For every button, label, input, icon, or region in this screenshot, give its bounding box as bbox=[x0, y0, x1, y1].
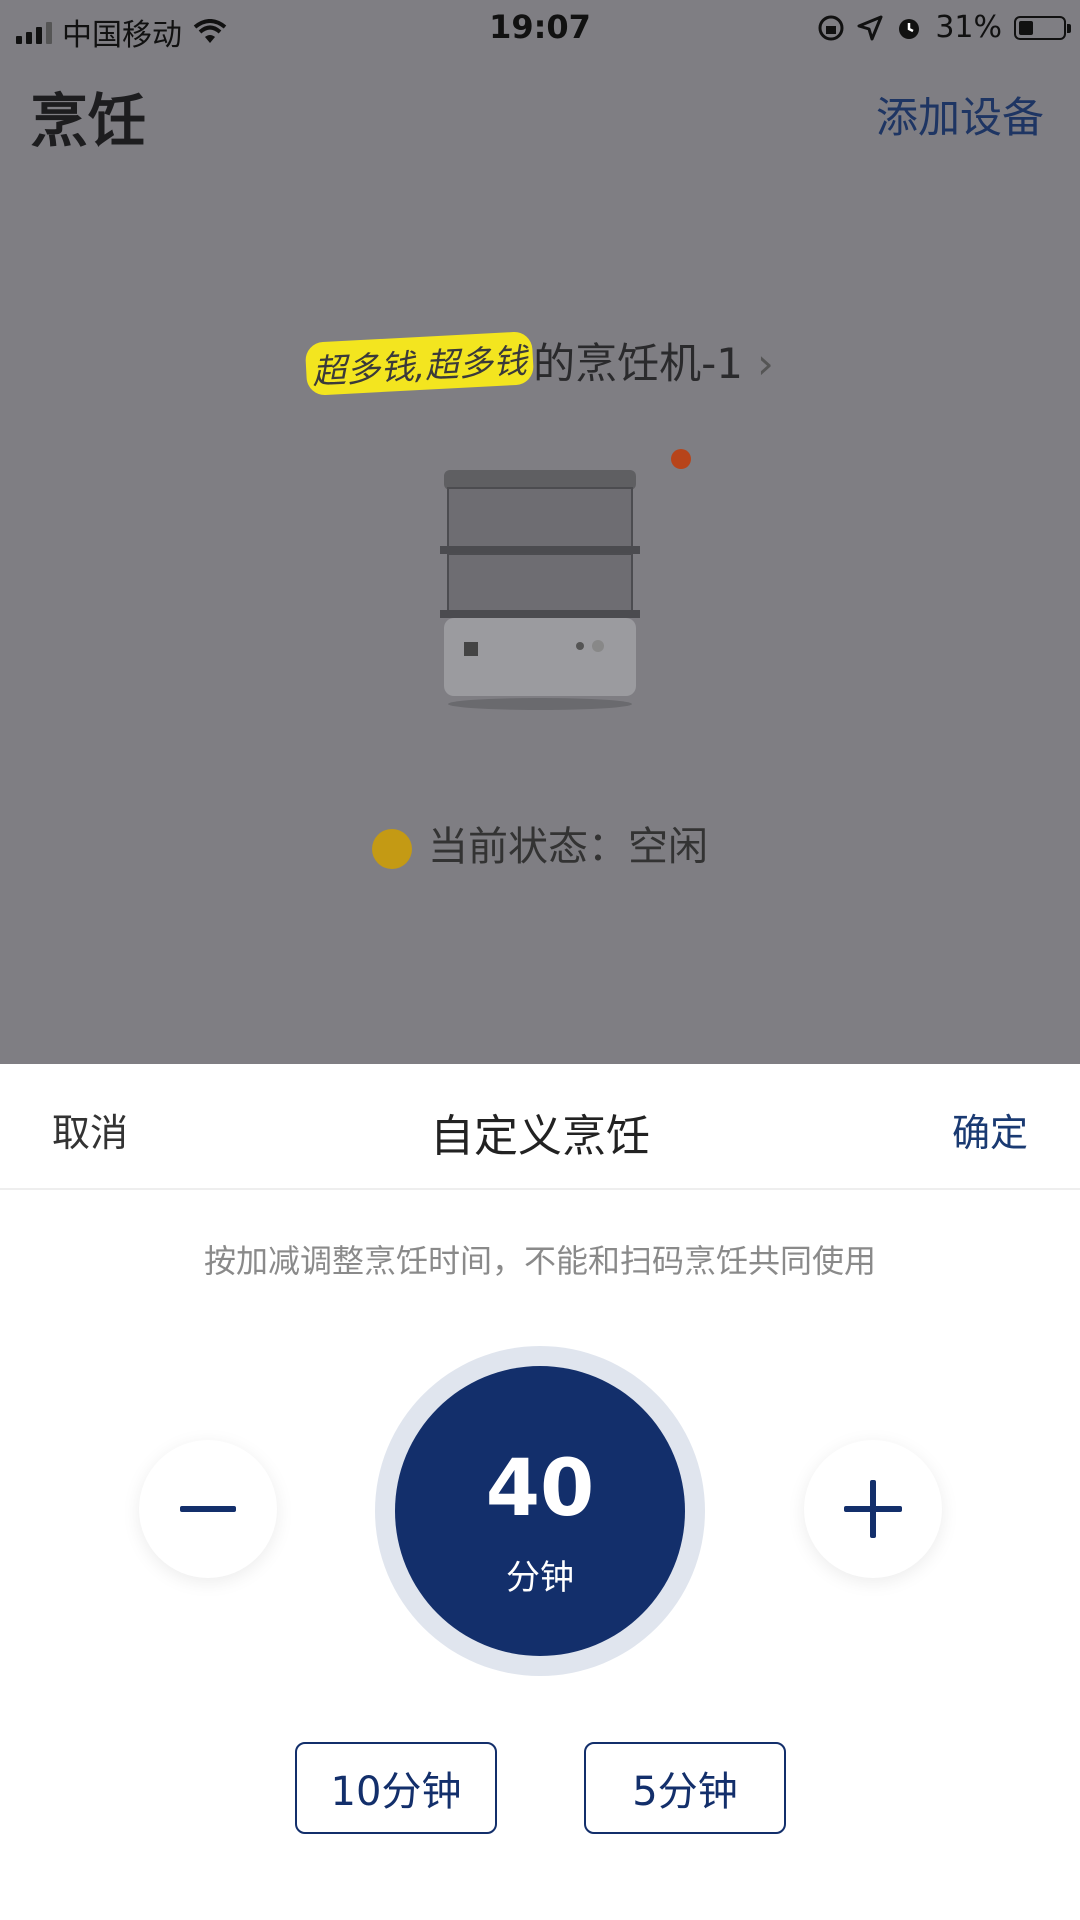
hint-text: 按加减调整烹饪时间，不能和扫码烹饪共同使用 bbox=[203, 1242, 876, 1280]
custom-cooking-sheet: 取消 自定义烹饪 确定 按加减调整烹饪时间，不能和扫码烹饪共同使用 40 分钟 … bbox=[0, 1064, 1080, 1920]
preset-10-min-button[interactable]: 10分钟 bbox=[295, 1742, 497, 1834]
sheet-title: 自定义烹饪 bbox=[430, 1111, 650, 1162]
preset-5-min-button[interactable]: 5分钟 bbox=[584, 1742, 786, 1834]
minus-icon bbox=[180, 1506, 236, 1512]
timer-display: 40 分钟 bbox=[375, 1346, 705, 1676]
status-value: 空闲 bbox=[628, 824, 708, 870]
increase-time-button[interactable] bbox=[804, 1440, 942, 1578]
status-bar: 中国移动 19:07 31% bbox=[0, 0, 1080, 56]
sheet-header: 取消 自定义烹饪 确定 bbox=[0, 1064, 1080, 1190]
device-name-link[interactable]: 超多钱,超多钱 的烹饪机-1 › bbox=[0, 330, 1080, 396]
timer-value: 40 bbox=[485, 1444, 595, 1534]
status-indicator bbox=[372, 829, 412, 869]
device-status: 当前状态：空闲 bbox=[0, 814, 1080, 872]
plus-icon bbox=[844, 1480, 902, 1538]
device-name: 的烹饪机-1 bbox=[533, 339, 743, 388]
alarm-icon bbox=[899, 18, 920, 39]
scribbled-name: 超多钱,超多钱 bbox=[305, 331, 535, 396]
location-icon bbox=[857, 15, 883, 40]
status-right: 31% bbox=[817, 10, 1071, 45]
chevron-right-icon: › bbox=[756, 339, 774, 388]
page-title: 烹饪 bbox=[30, 87, 147, 155]
steamer-illustration[interactable] bbox=[430, 460, 650, 710]
status-label: 当前状态： bbox=[428, 824, 628, 870]
timer-circle: 40 分钟 bbox=[395, 1366, 685, 1656]
battery-icon bbox=[1014, 15, 1071, 40]
device-indicator-dot bbox=[671, 449, 691, 469]
battery-percent: 31% bbox=[935, 10, 1002, 45]
decrease-time-button[interactable] bbox=[139, 1440, 277, 1578]
add-device-button[interactable]: 添加设备 bbox=[876, 84, 1044, 145]
rotation-lock-icon bbox=[818, 15, 844, 40]
confirm-button[interactable]: 确定 bbox=[952, 1102, 1028, 1157]
timer-unit: 分钟 bbox=[506, 1558, 574, 1598]
